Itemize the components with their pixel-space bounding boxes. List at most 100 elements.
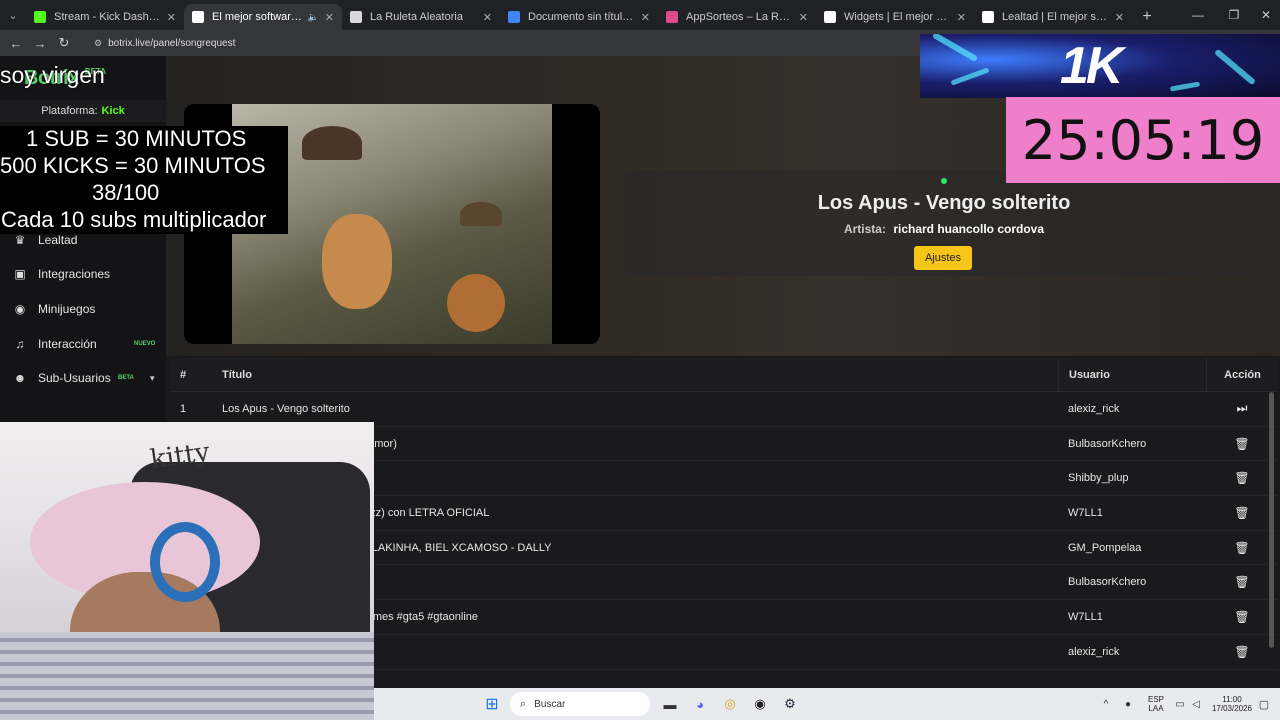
- overlay-brand-text: 1K: [1060, 37, 1124, 95]
- table-header: # Título Usuario Acción: [170, 358, 1278, 392]
- skip-forward-icon[interactable]: ⏭: [1237, 401, 1248, 416]
- taskbar-search[interactable]: ⌕ Buscar: [510, 692, 650, 716]
- gamepad-icon: ◉: [14, 302, 26, 316]
- trash-icon[interactable]: 🗑: [1234, 506, 1249, 520]
- overlay-line: 38/100: [92, 180, 160, 205]
- neon-shape: [950, 67, 990, 86]
- tab-favicon-icon: [508, 11, 520, 23]
- obs-icon[interactable]: ◉: [750, 694, 770, 714]
- overlay-brand-banner: 1K: [920, 34, 1280, 98]
- chrome-icon[interactable]: ◎: [720, 694, 740, 714]
- browser-tab[interactable]: La Ruleta Aleatoria ✕: [342, 4, 500, 30]
- webcam-overlay: kitty: [0, 422, 374, 720]
- discord-icon[interactable]: ◕: [690, 694, 710, 714]
- row-action: 🗑: [1206, 427, 1278, 461]
- tab-close-icon[interactable]: ✕: [1115, 11, 1124, 24]
- clock[interactable]: 11:00 17/03/2026: [1210, 695, 1254, 713]
- tab-close-icon[interactable]: ✕: [325, 11, 334, 24]
- puzzle-icon: ▣: [14, 267, 26, 281]
- row-user: Shibby_plup: [1068, 472, 1129, 485]
- tab-search-icon[interactable]: ⌄: [0, 0, 26, 30]
- row-action: 🗑: [1206, 531, 1278, 565]
- tab-close-icon[interactable]: ✕: [799, 11, 808, 24]
- sidebar-item-label: Minijuegos: [38, 302, 96, 316]
- trash-icon[interactable]: 🗑: [1234, 471, 1249, 485]
- tab-title: La Ruleta Aleatoria: [370, 11, 463, 23]
- platform-value: Kick: [101, 105, 125, 117]
- trash-icon[interactable]: 🗑: [1234, 437, 1249, 451]
- steam-icon[interactable]: ⚙: [780, 694, 800, 714]
- trash-icon[interactable]: 🗑: [1234, 645, 1249, 659]
- microphone-icon[interactable]: ●: [1118, 694, 1138, 714]
- site-info-icon[interactable]: ⚙: [94, 38, 102, 49]
- trophy-icon: ♛: [14, 233, 26, 247]
- col-user: Usuario: [1058, 358, 1206, 391]
- new-tab-button[interactable]: +: [1132, 4, 1162, 30]
- reload-icon[interactable]: ↻: [52, 35, 76, 51]
- browser-tab[interactable]: AppSorteos – La Ruleta de la S ✕: [658, 4, 816, 30]
- volume-icon[interactable]: ◁: [1186, 694, 1206, 714]
- minimize-icon[interactable]: —: [1180, 0, 1216, 30]
- tab-favicon-icon: [824, 11, 836, 23]
- browser-tab[interactable]: Widgets | El mejor software pa ✕: [816, 4, 974, 30]
- browser-tab[interactable]: El mejor software para pote 🔈 ✕: [184, 4, 342, 30]
- sidebar-item-label: Sub-Usuarios: [38, 371, 111, 385]
- clock-date: 17/03/2026: [1211, 704, 1253, 713]
- tray-chevron-icon[interactable]: ^: [1096, 694, 1116, 714]
- video-guitar: [322, 214, 392, 309]
- row-action: 🗑: [1206, 496, 1278, 530]
- tab-close-icon[interactable]: ✕: [167, 11, 176, 24]
- row-user: W7LL1: [1068, 506, 1103, 519]
- language-code: ESP: [1147, 695, 1164, 704]
- close-window-icon[interactable]: ✕: [1248, 0, 1280, 30]
- taskbar-search-placeholder: Buscar: [534, 698, 566, 710]
- search-icon: ⌕: [520, 697, 527, 710]
- audio-playing-icon[interactable]: 🔈: [308, 12, 319, 23]
- sidebar-item-label: Integraciones: [38, 267, 111, 281]
- url-field[interactable]: ⚙ botrix.live/panel/songrequest: [84, 32, 245, 54]
- browser-tab[interactable]: Stream - Kick Dashboard ✕: [26, 4, 184, 30]
- forward-icon[interactable]: →: [28, 36, 52, 51]
- row-user: BulbasorKchero: [1068, 437, 1147, 450]
- webcam-headphones: [150, 522, 220, 602]
- sidebar-item[interactable]: ▣ Integraciones: [0, 259, 166, 289]
- task-view-icon[interactable]: ▬: [660, 694, 680, 714]
- tab-favicon-icon: [34, 11, 46, 23]
- sidebar-item-label: Interacción: [38, 337, 97, 351]
- tab-close-icon[interactable]: ✕: [483, 11, 492, 24]
- windows-start-icon[interactable]: ⊞: [482, 694, 502, 714]
- tab-favicon-icon: [192, 11, 204, 23]
- clock-time: 11:00: [1222, 695, 1242, 704]
- overlay-line: 500 KICKS = 30 MINUTOS: [0, 153, 266, 178]
- browser-tab[interactable]: Documento sin título - Docum ✕: [500, 4, 658, 30]
- tab-close-icon[interactable]: ✕: [957, 11, 966, 24]
- language-indicator[interactable]: ESP LAA: [1144, 695, 1168, 713]
- notifications-icon[interactable]: ▢: [1254, 694, 1274, 714]
- row-title: Los Apus - Vengo solterito: [222, 402, 350, 415]
- tab-close-icon[interactable]: ✕: [641, 11, 650, 24]
- tab-favicon-icon: [982, 11, 994, 23]
- artist-value: richard huancollo cordova: [893, 222, 1045, 236]
- video-figure-hat: [460, 202, 502, 226]
- platform-label: Plataforma:: [41, 105, 98, 117]
- row-user: BulbasorKchero: [1068, 576, 1147, 589]
- tab-title: Lealtad | El mejor software pa: [1002, 11, 1109, 23]
- now-playing-artist: Artista: richard huancollo cordova: [625, 222, 1263, 236]
- sidebar-item[interactable]: ☻ Sub-Usuarios BETA ▾: [0, 363, 166, 393]
- settings-button[interactable]: Ajustes: [914, 246, 972, 270]
- sidebar-item[interactable]: ◉ Minijuegos: [0, 294, 166, 324]
- sidebar-item[interactable]: ♫ Interacción NUEVO: [0, 329, 166, 359]
- trash-icon[interactable]: 🗑: [1234, 541, 1249, 555]
- chevron-down-icon[interactable]: ▾: [150, 373, 155, 384]
- video-figure-hat: [302, 126, 362, 160]
- restore-icon[interactable]: ❐: [1216, 0, 1252, 30]
- trash-icon[interactable]: 🗑: [1234, 610, 1249, 624]
- row-number: 1: [180, 402, 187, 415]
- back-icon[interactable]: ←: [4, 36, 28, 51]
- browser-tab[interactable]: Lealtad | El mejor software pa ✕: [974, 4, 1132, 30]
- sidebar-item-label: Lealtad: [38, 233, 78, 247]
- trash-icon[interactable]: 🗑: [1234, 575, 1249, 589]
- artist-label: Artista:: [843, 222, 886, 236]
- row-action: 🗑: [1206, 461, 1278, 495]
- table-scrollbar[interactable]: [1269, 392, 1274, 648]
